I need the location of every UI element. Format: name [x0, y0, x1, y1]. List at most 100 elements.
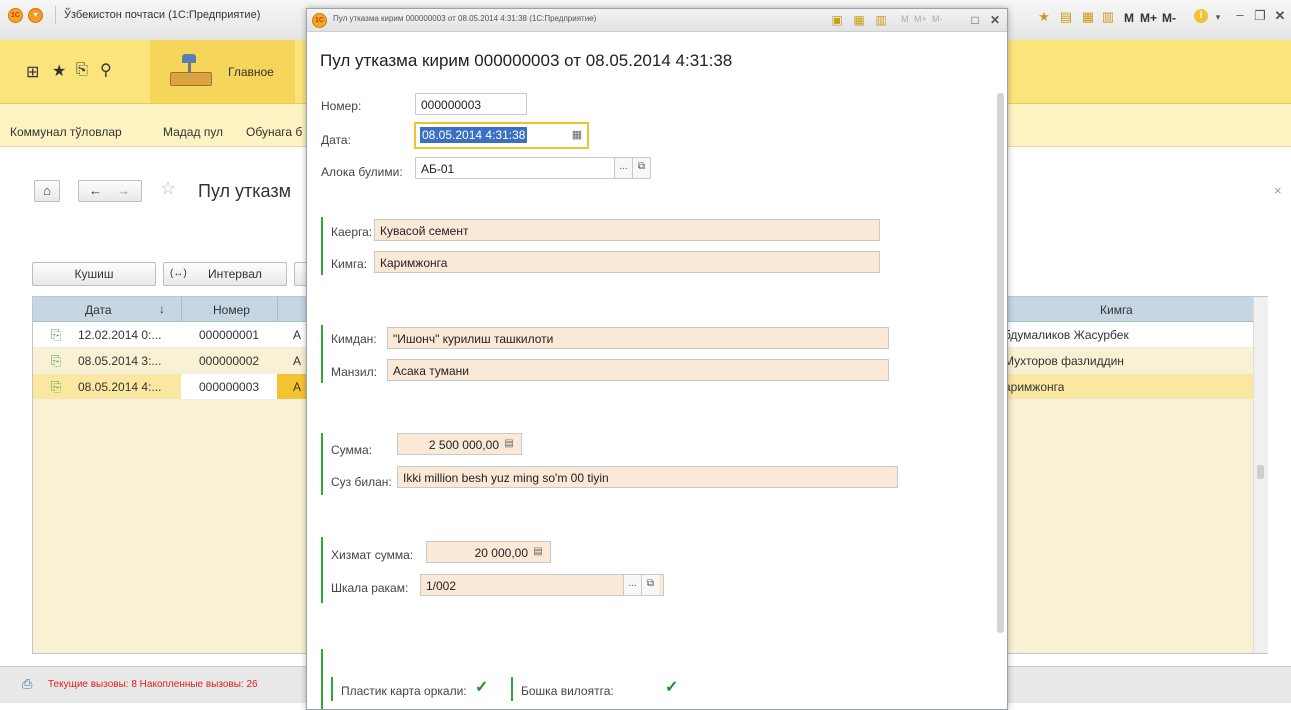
apps-grid-icon[interactable]: ⊞ [26, 62, 39, 82]
manzil-field[interactable]: Асака тумани [387, 359, 889, 381]
summa-field[interactable]: 2 500 000,00 ▤ [397, 433, 522, 455]
manzil-label: Манзил: [331, 365, 377, 379]
card-checkbox[interactable]: ✓ [475, 680, 488, 696]
favorite-icon[interactable]: ▣ [829, 13, 845, 27]
scrollbar-thumb[interactable] [1257, 465, 1264, 479]
back-arrow-icon[interactable]: ← [89, 183, 102, 198]
minimize-icon[interactable]: – [1232, 8, 1248, 22]
close-page-icon[interactable]: × [1274, 183, 1282, 198]
branch-field[interactable]: АБ-01 ... ⧉ [415, 157, 651, 179]
date-label: Дата: [321, 133, 351, 147]
branch-select-button[interactable]: ... [614, 158, 632, 178]
kaerga-label: Каерга: [331, 225, 373, 239]
kaerga-field[interactable]: Кувасой семент [374, 219, 880, 241]
row-kimga: бдумаликов Жасурбек [1004, 328, 1129, 342]
calendar-icon[interactable]: ▥ [1100, 10, 1116, 24]
document-icon[interactable]: ▤ [1058, 10, 1074, 24]
restore-icon[interactable]: ❐ [1252, 9, 1268, 23]
nav-link-communal[interactable]: Коммунал тўловлар [10, 125, 122, 139]
date-field[interactable]: 08.05.2014 4:31:38 ▦ [414, 122, 589, 149]
1c-logo-icon[interactable]: 1С [312, 13, 327, 28]
nav-link-madad[interactable]: Мадад пул [163, 125, 223, 139]
group-bar [321, 537, 323, 603]
1c-logo-icon[interactable]: 1С [8, 8, 23, 23]
dialog-scrollbar-thumb[interactable] [997, 93, 1004, 633]
scale-select-button[interactable]: ... [623, 575, 641, 595]
interval-button[interactable]: (↔) Интервал [163, 262, 287, 286]
memory-button[interactable]: M [901, 14, 909, 24]
row-date: 08.05.2014 4:... [78, 380, 162, 394]
region-label: Бошка вилоятга: [521, 684, 614, 698]
memory-minus-button[interactable]: M- [932, 14, 943, 24]
column-kimga[interactable]: Кимга [1100, 303, 1133, 317]
group-bar [511, 677, 513, 701]
kimga-field[interactable]: Каримжонга [374, 251, 880, 273]
service-label: Хизмат сумма: [331, 548, 414, 562]
table-icon[interactable]: ▦ [851, 13, 867, 27]
card-label: Пластик карта оркали: [341, 684, 467, 698]
row-kimga: аримжонга [1004, 380, 1065, 394]
group-bar [321, 217, 323, 275]
date-value-selected: 08.05.2014 4:31:38 [420, 127, 528, 143]
forward-arrow-icon[interactable]: → [117, 183, 130, 198]
row-truncated: А [293, 328, 302, 342]
main-menu-icon[interactable]: ▾ [28, 8, 43, 23]
words-label: Суз билан: [331, 475, 392, 489]
list-page-title: Пул утказм [198, 181, 291, 201]
dialog-scrollbar[interactable] [995, 83, 1005, 643]
table-icon[interactable]: ▦ [1080, 10, 1096, 24]
scale-open-icon[interactable]: ⧉ [641, 575, 659, 595]
favorite-star-icon[interactable]: ★ [1036, 10, 1052, 24]
column-date[interactable]: Дата [85, 303, 112, 317]
scale-field[interactable]: 1/002 ... ⧉ [420, 574, 664, 596]
close-icon[interactable]: ✕ [987, 13, 1003, 27]
create-button[interactable]: Кушиш [32, 262, 156, 286]
calendar-icon[interactable]: ▥ [873, 13, 889, 27]
calculator-icon[interactable]: ▤ [531, 545, 545, 559]
memory-button[interactable]: M [1124, 11, 1134, 25]
table-scrollbar[interactable] [1253, 297, 1268, 653]
interval-icon: (↔) [170, 268, 187, 279]
close-icon[interactable]: ✕ [1272, 9, 1288, 23]
kimdan-label: Кимдан: [331, 332, 377, 346]
number-label: Номер: [321, 99, 362, 113]
region-checkbox[interactable]: ✓ [665, 680, 678, 696]
section-main[interactable]: Главное [150, 40, 295, 103]
group-bar [331, 677, 333, 701]
dialog-window-title: Пул утказма кирим 000000003 от 08.05.201… [333, 14, 597, 23]
row-number: 000000002 [199, 354, 260, 368]
dropdown-icon[interactable]: ▾ [1210, 10, 1226, 24]
document-dialog: 1С Пул утказма кирим 000000003 от 08.05.… [306, 8, 1008, 710]
performance-icon[interactable]: ⎙ [22, 676, 32, 692]
memory-minus-button[interactable]: M- [1162, 11, 1176, 25]
number-field[interactable]: 000000003 [415, 93, 527, 115]
calculator-icon[interactable]: ▤ [502, 437, 516, 451]
posted-document-icon: ⎘ [51, 327, 62, 342]
back-forward-group: ← → [78, 180, 142, 202]
column-number[interactable]: Номер [213, 303, 250, 317]
memory-plus-button[interactable]: M+ [1140, 11, 1157, 25]
service-sum-field[interactable]: 20 000,00 ▤ [426, 541, 551, 563]
row-number: 000000001 [199, 328, 260, 342]
service-sum-value: 20 000,00 [474, 546, 528, 560]
interval-button-label: Интервал [208, 267, 262, 281]
memory-plus-button[interactable]: M+ [914, 14, 927, 24]
calendar-picker-icon[interactable]: ▦ [570, 128, 584, 142]
scale-label: Шкала ракам: [331, 581, 409, 595]
kimga-label: Кимга: [331, 257, 368, 271]
search-icon[interactable]: ⚲ [100, 60, 112, 80]
status-calls-text: Текущие вызовы: 8 Накопленные вызовы: 26 [48, 679, 258, 690]
favorites-star-icon[interactable]: ★ [52, 61, 66, 81]
words-field[interactable]: Ikki million besh yuz ming so'm 00 tiyin [397, 466, 898, 488]
history-icon[interactable]: ⎘ [76, 61, 88, 78]
info-icon[interactable]: i [1194, 9, 1208, 23]
group-bar [321, 325, 323, 383]
summa-value: 2 500 000,00 [428, 438, 499, 452]
kimdan-field[interactable]: "Ишонч" курилиш ташкилоти [387, 327, 889, 349]
home-button[interactable]: ⌂ [34, 180, 60, 202]
favorite-star-icon[interactable]: ☆ [160, 178, 176, 199]
group-bar [321, 433, 323, 495]
nav-link-subscription[interactable]: Обунага б [246, 125, 302, 139]
branch-open-icon[interactable]: ⧉ [632, 158, 650, 178]
maximize-icon[interactable]: □ [967, 13, 983, 27]
